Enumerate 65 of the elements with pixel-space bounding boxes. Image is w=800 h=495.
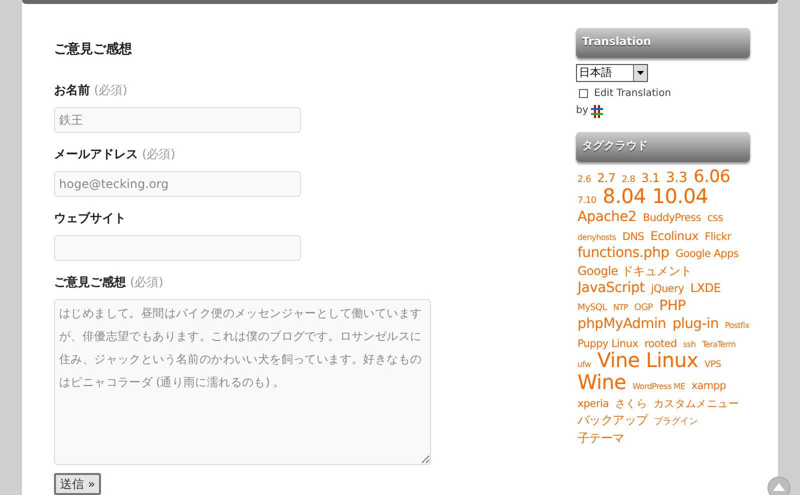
tag-link[interactable]: WordPress ME	[630, 382, 686, 391]
required-note: (必須)	[142, 146, 176, 163]
by-label: by	[576, 104, 588, 118]
tag-link[interactable]: カスタムメニュー	[652, 398, 740, 410]
field-label: ウェブサイト	[54, 210, 126, 227]
tag-link[interactable]: バックアップ	[576, 413, 648, 428]
tag-link[interactable]: css	[706, 212, 724, 224]
widget-header: タグクラウド	[576, 132, 750, 162]
field-label: ご意見ご感想	[54, 274, 126, 291]
field-label: お名前	[54, 82, 90, 99]
language-select[interactable]: 日本語	[576, 64, 648, 82]
tag-link[interactable]: さくら	[614, 398, 648, 410]
widget-header: Translation	[576, 28, 750, 58]
required-note: (必須)	[130, 274, 164, 291]
tag-link[interactable]: NTP	[612, 303, 628, 312]
tag-link[interactable]: DNS	[620, 230, 644, 243]
submit-button[interactable]: 送信 »	[54, 473, 102, 495]
checkbox-label: Edit Translation	[594, 86, 672, 100]
tag-link[interactable]: denyhosts	[576, 232, 616, 242]
tag-link[interactable]: jQuery	[649, 283, 684, 296]
tag-link[interactable]: 6.06	[692, 166, 730, 186]
tag-link[interactable]: xperia	[576, 398, 609, 410]
tag-link[interactable]: JavaScript	[576, 280, 645, 296]
hash-logo-icon[interactable]	[591, 104, 604, 118]
tag-link[interactable]: plug-in	[670, 316, 719, 332]
tag-link[interactable]: Ecolinux	[648, 228, 698, 243]
tag-link[interactable]: 2.6	[576, 174, 591, 184]
tag-link[interactable]: BuddyPress	[641, 212, 701, 224]
tag-link[interactable]: 子テーマ	[576, 431, 624, 446]
edit-translation-checkbox[interactable]	[579, 88, 588, 98]
tag-link[interactable]: 3.3	[664, 170, 688, 186]
tag-link[interactable]: 8.04	[601, 184, 646, 208]
tag-link[interactable]: VPS	[703, 360, 721, 370]
tag-link[interactable]: PHP	[658, 298, 686, 314]
tag-link[interactable]: MySQL	[576, 303, 607, 314]
tag-link[interactable]: 7.10	[576, 196, 596, 206]
dropdown-arrow-icon[interactable]	[637, 70, 644, 74]
tag-link[interactable]: ufw	[576, 360, 591, 369]
tag-link[interactable]: OGP	[632, 303, 653, 314]
tag-link[interactable]: Wine	[576, 370, 626, 394]
tag-link[interactable]: xampp	[690, 380, 726, 392]
tag-link[interactable]: 2.8	[620, 174, 636, 184]
comment-textarea[interactable]: はじめまして。昼間はバイク便のメッセンジャーとして働いていますが、俳優志望でもあります。これは僕のブログです。ロサンゼルスに住み、ジャックという名前のかわいい犬を飼っています。好きなものはピニャコラーダ (通り雨に濡れるのも) 。	[54, 299, 431, 465]
required-note: (必須)	[94, 82, 128, 99]
tag-link[interactable]: phpMyAdmin	[576, 316, 666, 332]
tag-link[interactable]: Puppy Linux	[576, 338, 638, 350]
tag-link[interactable]: プラグイン	[652, 417, 698, 428]
tag-link[interactable]: Apache2	[576, 209, 637, 226]
field-label: メールアドレス	[54, 146, 138, 163]
tag-link[interactable]: 2.7	[596, 170, 616, 184]
tag-link[interactable]: Postfix	[724, 321, 750, 330]
tag-link[interactable]: TeraTerm	[700, 340, 736, 349]
tag-link[interactable]: 3.1	[640, 170, 660, 184]
tag-link[interactable]: rooted	[642, 338, 677, 350]
form-title: ご意見ご感想	[54, 40, 133, 58]
tag-link[interactable]: functions.php	[576, 244, 670, 261]
tag-link[interactable]: Google Apps	[674, 248, 739, 260]
tag-link[interactable]: Google ドキュメント	[576, 264, 692, 278]
tag-link[interactable]: 10.04	[650, 184, 708, 208]
tag-link[interactable]: Flickr	[703, 230, 732, 243]
text-input[interactable]: 鉄王	[54, 107, 301, 133]
text-input[interactable]	[54, 235, 301, 261]
tag-link[interactable]: LXDE	[688, 281, 721, 296]
tag-link[interactable]: ssh	[682, 340, 696, 349]
text-input[interactable]: hoge@tecking.org	[54, 171, 301, 197]
